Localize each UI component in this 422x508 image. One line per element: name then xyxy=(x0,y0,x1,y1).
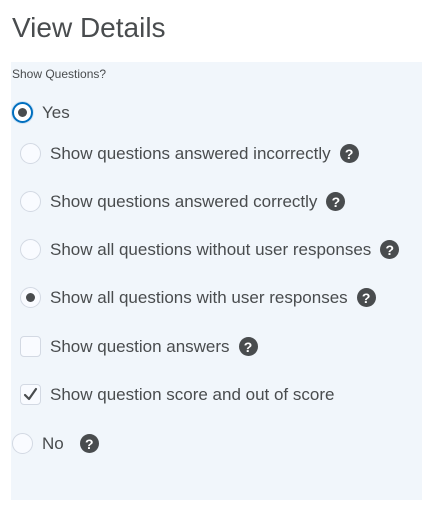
yes-radio[interactable] xyxy=(12,102,33,123)
incorrect-radio[interactable] xyxy=(20,143,41,164)
radio-selected-dot xyxy=(26,293,35,302)
without-responses-label: Show all questions without user response… xyxy=(50,239,372,259)
show-questions-label: Show Questions? xyxy=(12,67,107,81)
help-icon[interactable]: ? xyxy=(79,434,99,453)
with-responses-radio[interactable] xyxy=(20,287,41,308)
help-icon[interactable]: ? xyxy=(326,192,346,211)
show-score-checkbox[interactable] xyxy=(20,384,41,405)
page-title: View Details xyxy=(12,12,166,43)
no-label: No xyxy=(42,433,64,453)
help-icon[interactable]: ? xyxy=(238,337,258,356)
show-answers-checkbox[interactable] xyxy=(20,336,41,357)
yes-label: Yes xyxy=(42,102,70,122)
without-responses-radio[interactable] xyxy=(20,239,41,260)
option-correct[interactable]: Show questions answered correctly ? xyxy=(20,191,346,212)
option-with-responses[interactable]: Show all questions with user responses ? xyxy=(20,287,376,308)
checkmark-icon xyxy=(23,387,38,401)
show-score-label: Show question score and out of score xyxy=(50,384,335,404)
option-show-answers[interactable]: Show question answers ? xyxy=(20,336,258,357)
radio-selected-dot xyxy=(18,108,27,117)
incorrect-label: Show questions answered incorrectly xyxy=(50,143,331,163)
option-incorrect[interactable]: Show questions answered incorrectly ? xyxy=(20,143,359,164)
option-without-responses[interactable]: Show all questions without user response… xyxy=(20,239,400,260)
yes-option[interactable]: Yes xyxy=(12,102,70,123)
help-icon[interactable]: ? xyxy=(356,288,376,307)
no-radio[interactable] xyxy=(12,433,33,454)
show-answers-label: Show question answers xyxy=(50,336,230,356)
option-show-score[interactable]: Show question score and out of score xyxy=(20,384,334,405)
help-icon[interactable]: ? xyxy=(380,240,400,259)
correct-label: Show questions answered correctly xyxy=(50,191,318,211)
correct-radio[interactable] xyxy=(20,191,41,212)
help-icon[interactable]: ? xyxy=(339,144,359,163)
with-responses-label: Show all questions with user responses xyxy=(50,287,348,307)
no-option[interactable]: No ? xyxy=(12,433,99,454)
